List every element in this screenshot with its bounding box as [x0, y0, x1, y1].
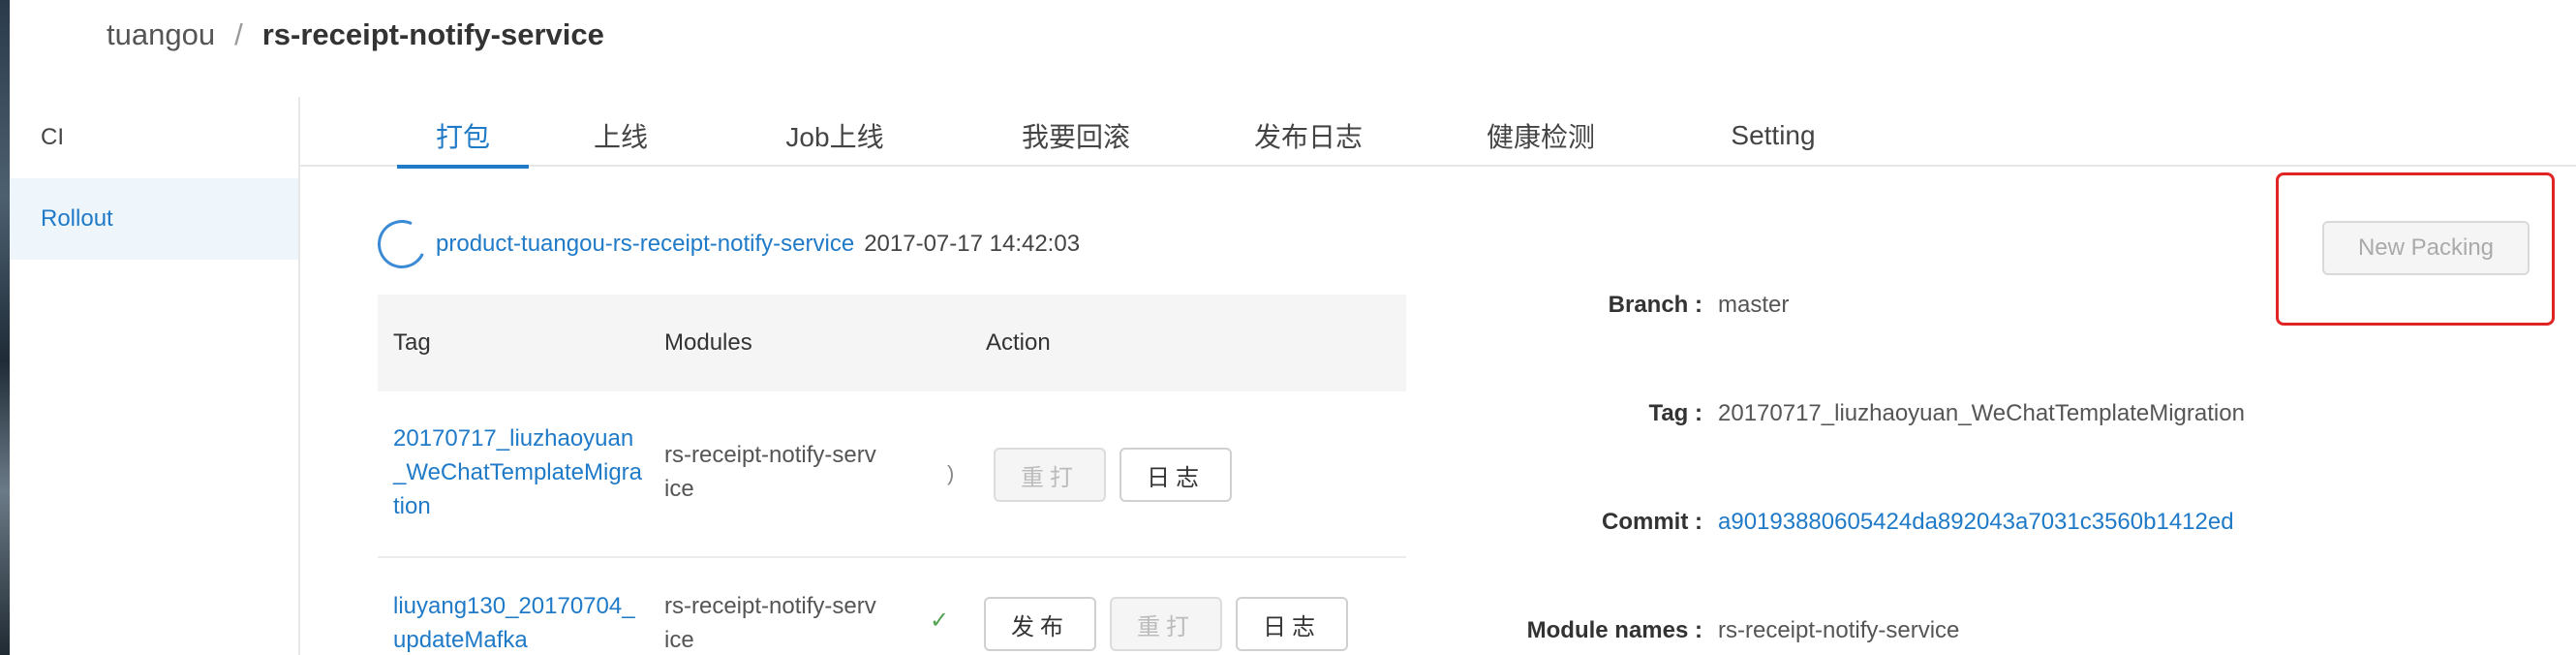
loading-spinner-icon	[370, 212, 434, 276]
detail-commit: Commit : a90193880605424da892043a7031c35…	[1453, 506, 2518, 539]
publish-button[interactable]: 发布	[984, 597, 1096, 651]
detail-label: Commit :	[1602, 509, 1702, 535]
tab-rollback[interactable]: 我要回滚	[1013, 105, 1139, 167]
detail-value: rs-receipt-notify-service	[1718, 617, 1960, 643]
module-name: rs-receipt-notify-service	[664, 442, 876, 502]
breadcrumb-separator: /	[234, 17, 243, 51]
package-time: 2017-07-17 14:42:03	[864, 231, 1081, 257]
sidebar-item-label: Rollout	[41, 205, 113, 232]
tab-release-log[interactable]: 发布日志	[1245, 105, 1371, 167]
column-header-tag: Tag	[393, 329, 431, 356]
sidebar: CI Rollout	[10, 97, 300, 655]
log-button[interactable]: 日志	[1236, 597, 1348, 651]
column-header-modules: Modules	[664, 329, 752, 356]
rebuild-button[interactable]: 重打	[1110, 597, 1222, 651]
tag-link[interactable]: 20170717_liuzhaoyuan_WeChatTemplateMigra…	[393, 421, 645, 523]
detail-branch: Branch : master	[1453, 289, 2518, 322]
package-table: Tag Modules Action 20170717_liuzhaoyuan_…	[378, 295, 1406, 655]
detail-label: Tag :	[1648, 400, 1702, 426]
tab-package[interactable]: 打包	[397, 105, 529, 169]
left-window-edge	[0, 0, 10, 655]
tab-bar: 打包 上线 Job上线 我要回滚 发布日志 健康检测 Setting	[300, 105, 2576, 169]
detail-value: 20170717_liuzhaoyuan_WeChatTemplateMigra…	[1718, 400, 2245, 426]
package-name-link[interactable]: product-tuangou-rs-receipt-notify-servic…	[436, 231, 854, 258]
module-name: rs-receipt-notify-service	[664, 593, 876, 653]
breadcrumb-current: rs-receipt-notify-service	[261, 17, 604, 51]
detail-tag: Tag : 20170717_liuzhaoyuan_WeChatTemplat…	[1453, 397, 2518, 430]
detail-label: Module names :	[1526, 617, 1702, 643]
log-button[interactable]: 日志	[1119, 448, 1232, 502]
breadcrumb-root[interactable]: tuangou	[107, 17, 215, 52]
table-row: liuyang130_20170704_updateMafka rs-recei…	[378, 558, 1406, 655]
detail-value: master	[1718, 292, 1790, 318]
tab-setting[interactable]: Setting	[1710, 105, 1836, 167]
sidebar-item-ci[interactable]: CI	[10, 97, 298, 178]
table-header: Tag Modules Action	[378, 295, 1406, 391]
table-row: 20170717_liuzhaoyuan_WeChatTemplateMigra…	[378, 391, 1406, 558]
column-header-action: Action	[986, 329, 1051, 356]
commit-link[interactable]: a90193880605424da892043a7031c3560b1412ed	[1718, 509, 2234, 536]
tab-deploy[interactable]: 上线	[579, 105, 662, 167]
breadcrumb: tuangou / rs-receipt-notify-service	[107, 16, 604, 54]
package-header: product-tuangou-rs-receipt-notify-servic…	[370, 212, 1081, 276]
detail-module-names: Module names : rs-receipt-notify-service	[1453, 614, 2518, 647]
sidebar-item-rollout[interactable]: Rollout	[10, 178, 298, 260]
tab-job-deploy[interactable]: Job上线	[777, 105, 893, 167]
detail-label: Branch :	[1608, 292, 1702, 318]
rebuild-button[interactable]: 重打	[994, 448, 1106, 502]
tab-health-check[interactable]: 健康检测	[1478, 105, 1604, 167]
check-icon: ✓	[930, 608, 950, 634]
sidebar-item-label: CI	[41, 124, 64, 150]
build-status-icon: )	[947, 461, 955, 485]
tag-link[interactable]: liuyang130_20170704_updateMafka	[393, 589, 645, 655]
